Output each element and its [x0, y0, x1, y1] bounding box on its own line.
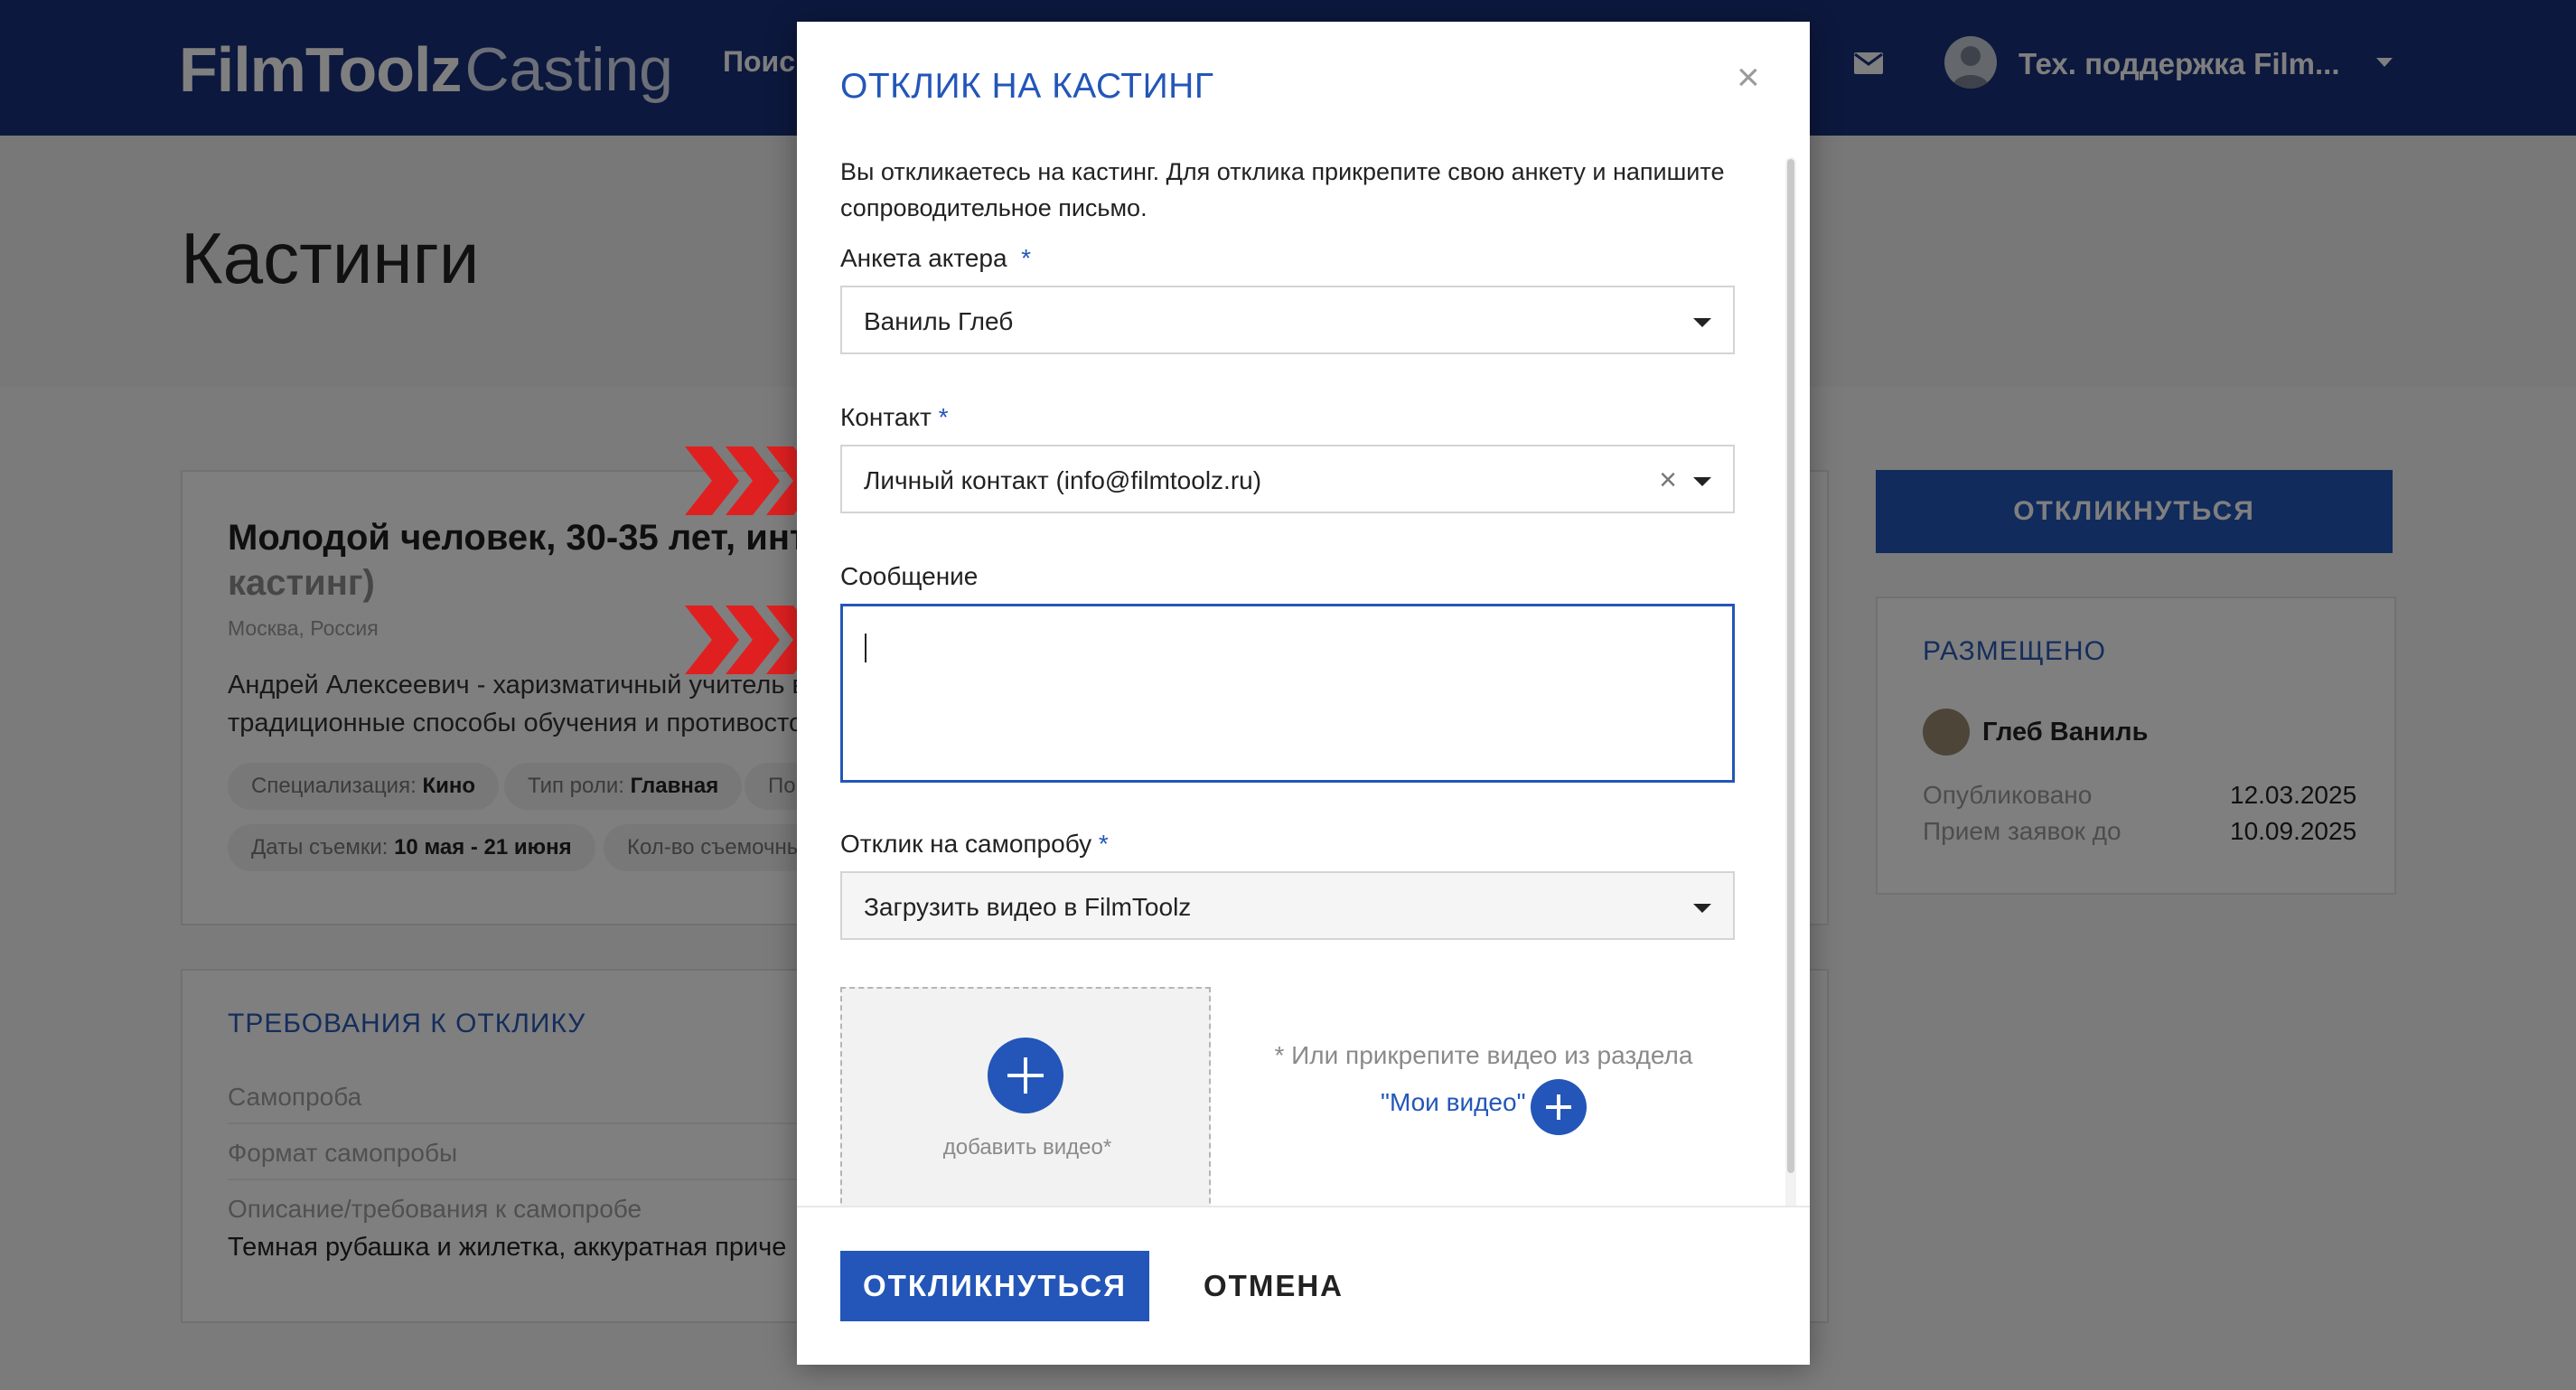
plus-icon[interactable]	[1531, 1079, 1587, 1135]
modal-intro-text: Вы откликаетесь на кастинг. Для отклика …	[840, 158, 1725, 221]
modal-scrollbar-thumb[interactable]	[1787, 159, 1794, 1173]
plus-icon[interactable]	[988, 1038, 1063, 1113]
add-video-label: добавить видео*	[942, 1135, 1112, 1160]
modal-title: ОТКЛИК НА КАСТИНГ	[840, 67, 1214, 106]
chevron-down-icon[interactable]	[1693, 318, 1711, 327]
selftape-label: Отклик на самопробу *	[840, 830, 1109, 858]
actor-profile-label: Анкета актера *	[840, 244, 1032, 272]
contact-label: Контакт *	[840, 403, 949, 431]
chevron-down-icon[interactable]	[1693, 904, 1711, 913]
message-label: Сообщение	[840, 562, 979, 590]
cancel-button[interactable]: ОТМЕНА	[1204, 1269, 1344, 1303]
actor-profile-select[interactable]: Ваниль Глеб	[840, 286, 1735, 354]
casting-response-modal: ОТКЛИК НА КАСТИНГ × Вы откликаетесь на к…	[797, 22, 1810, 1365]
selftape-select[interactable]: Загрузить видео в FilmToolz	[840, 871, 1735, 940]
contact-select[interactable]: Личный контакт (info@filmtoolz.ru) ×	[840, 445, 1735, 513]
video-dropzone[interactable]: добавить видео*	[840, 987, 1211, 1231]
my-videos-link[interactable]: "Мои видео"	[1381, 1088, 1526, 1117]
attach-video-hint: * Или прикрепите видео из раздела	[1274, 1041, 1693, 1069]
message-textarea[interactable]	[840, 604, 1735, 783]
text-cursor	[865, 634, 866, 662]
clear-icon[interactable]: ×	[1659, 465, 1677, 495]
close-icon[interactable]: ×	[1737, 58, 1760, 98]
chevron-down-icon[interactable]	[1693, 477, 1711, 486]
submit-response-button[interactable]: ОТКЛИКНУТЬСЯ	[840, 1251, 1149, 1321]
